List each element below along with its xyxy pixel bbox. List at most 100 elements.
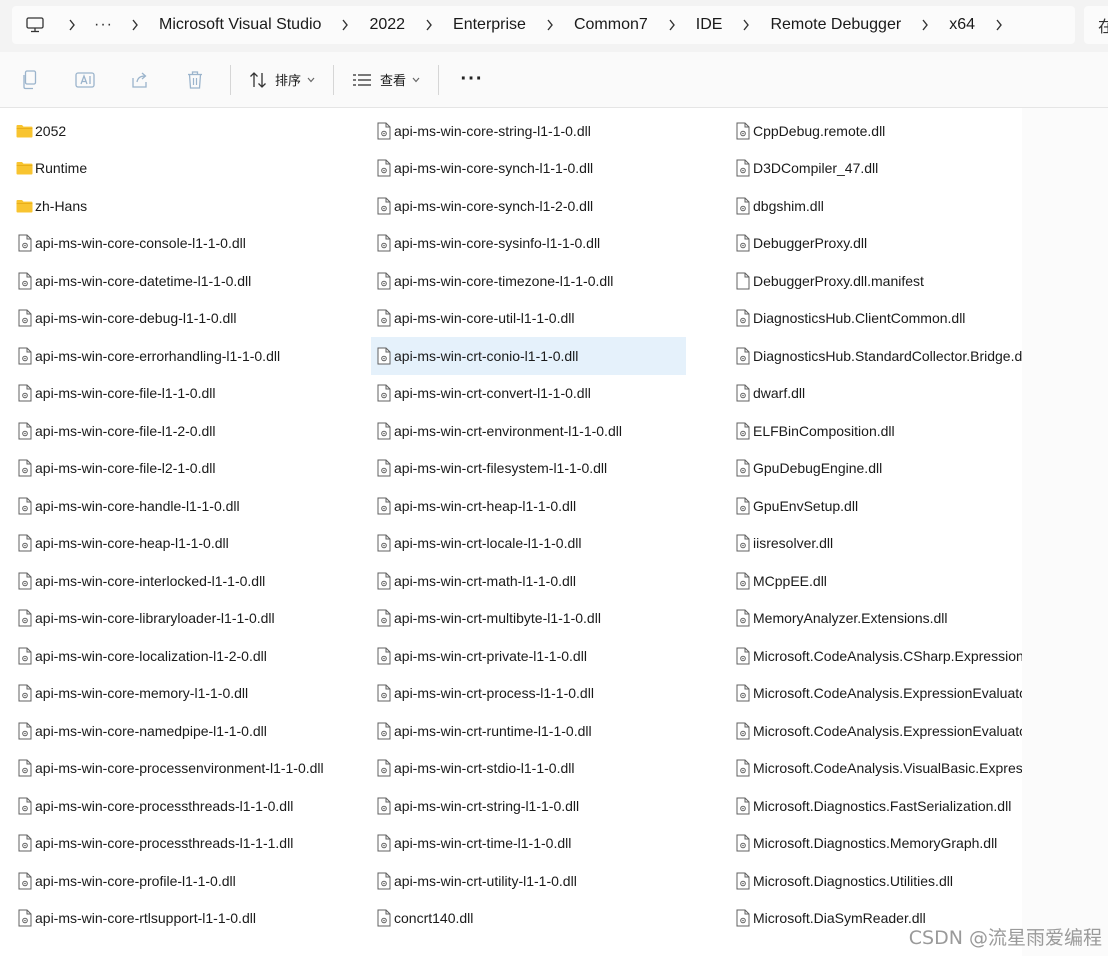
delete-button[interactable] [167,60,222,100]
file-item[interactable]: Microsoft.CodeAnalysis.VisualBasic.Expre… [730,750,1022,788]
file-item[interactable]: api-ms-win-crt-private-l1-1-0.dll [371,637,686,675]
file-item[interactable]: D3DCompiler_47.dll [730,150,1022,188]
search-box-edge[interactable]: 在 [1084,6,1108,44]
address-bar[interactable]: ··· Microsoft Visual Studio 2022 Enterpris… [12,6,1075,44]
copy-button[interactable] [2,60,57,100]
file-item[interactable]: DiagnosticsHub.StandardCollector.Bridge.… [730,337,1022,375]
dll-file-icon [375,458,392,478]
file-item[interactable]: DiagnosticsHub.ClientCommon.dll [730,300,1022,338]
this-pc-icon[interactable] [12,6,58,44]
breadcrumb-overflow[interactable]: ··· [86,16,121,34]
file-item[interactable]: api-ms-win-core-profile-l1-1-0.dll [12,862,362,900]
file-item[interactable]: Microsoft.CodeAnalysis.ExpressionEvaluat… [730,675,1022,713]
file-item[interactable]: api-ms-win-core-file-l1-1-0.dll [12,375,362,413]
file-item[interactable]: api-ms-win-crt-utility-l1-1-0.dll [371,862,686,900]
file-item[interactable]: api-ms-win-crt-conio-l1-1-0.dll [371,337,686,375]
dll-file-icon [734,196,751,216]
file-item[interactable]: api-ms-win-crt-convert-l1-1-0.dll [371,375,686,413]
file-name: MemoryAnalyzer.Extensions.dll [753,610,948,627]
file-item[interactable]: api-ms-win-core-errorhandling-l1-1-0.dll [12,337,362,375]
file-item[interactable]: api-ms-win-crt-heap-l1-1-0.dll [371,487,686,525]
view-button[interactable]: 查看 [342,60,430,100]
file-item[interactable]: api-ms-win-crt-environment-l1-1-0.dll [371,412,686,450]
file-item[interactable]: GpuDebugEngine.dll [730,450,1022,488]
file-item[interactable]: api-ms-win-core-file-l2-1-0.dll [12,450,362,488]
file-item[interactable]: api-ms-win-core-file-l1-2-0.dll [12,412,362,450]
file-item[interactable]: Microsoft.Diagnostics.Utilities.dll [730,862,1022,900]
file-item[interactable]: ELFBinComposition.dll [730,412,1022,450]
file-item[interactable]: api-ms-win-core-debug-l1-1-0.dll [12,300,362,338]
file-item[interactable]: api-ms-win-core-handle-l1-1-0.dll [12,487,362,525]
breadcrumb-item[interactable]: Common7 [564,16,658,34]
file-item[interactable]: CppDebug.remote.dll [730,112,1022,150]
file-item[interactable]: Microsoft.Diagnostics.MemoryGraph.dll [730,825,1022,863]
file-item[interactable]: api-ms-win-core-util-l1-1-0.dll [371,300,686,338]
file-item[interactable]: api-ms-win-core-processenvironment-l1-1-… [12,750,362,788]
file-item[interactable]: Microsoft.Diagnostics.FastSerialization.… [730,787,1022,825]
breadcrumb-item[interactable]: Microsoft Visual Studio [149,16,331,34]
file-item[interactable]: api-ms-win-crt-time-l1-1-0.dll [371,825,686,863]
file-item[interactable]: iisresolver.dll [730,525,1022,563]
chevron-right-icon[interactable] [911,19,939,31]
file-item[interactable]: GpuEnvSetup.dll [730,487,1022,525]
breadcrumb-item[interactable]: IDE [686,16,733,34]
chevron-right-icon[interactable] [536,19,564,31]
file-item[interactable]: api-ms-win-core-timezone-l1-1-0.dll [371,262,686,300]
folder-item[interactable]: zh-Hans [12,187,362,225]
file-item[interactable]: api-ms-win-crt-math-l1-1-0.dll [371,562,686,600]
file-item[interactable]: api-ms-win-core-processthreads-l1-1-0.dl… [12,787,362,825]
folder-item[interactable]: 2052 [12,112,362,150]
file-item[interactable]: api-ms-win-core-synch-l1-2-0.dll [371,187,686,225]
file-item[interactable]: api-ms-win-crt-filesystem-l1-1-0.dll [371,450,686,488]
file-item[interactable]: api-ms-win-core-interlocked-l1-1-0.dll [12,562,362,600]
file-item[interactable]: MCppEE.dll [730,562,1022,600]
folder-item[interactable]: Runtime [12,150,362,188]
file-name: api-ms-win-crt-heap-l1-1-0.dll [394,497,577,514]
breadcrumb-item[interactable]: x64 [939,16,985,34]
file-item[interactable]: dbgshim.dll [730,187,1022,225]
file-item[interactable]: api-ms-win-core-memory-l1-1-0.dll [12,675,362,713]
file-item[interactable]: MemoryAnalyzer.Extensions.dll [730,600,1022,638]
rename-button[interactable] [57,60,112,100]
file-item[interactable]: api-ms-win-core-namedpipe-l1-1-0.dll [12,712,362,750]
file-item[interactable]: DebuggerProxy.dll.manifest [730,262,1022,300]
file-item[interactable]: api-ms-win-core-console-l1-1-0.dll [12,225,362,263]
chevron-right-icon[interactable] [415,19,443,31]
file-item[interactable]: api-ms-win-core-libraryloader-l1-1-0.dll [12,600,362,638]
file-name: api-ms-win-crt-environment-l1-1-0.dll [394,422,622,439]
file-item[interactable]: Microsoft.CodeAnalysis.CSharp.Expression… [730,637,1022,675]
breadcrumb-item[interactable]: Remote Debugger [760,16,911,34]
file-item[interactable]: api-ms-win-crt-stdio-l1-1-0.dll [371,750,686,788]
share-button[interactable] [112,60,167,100]
chevron-right-icon[interactable] [121,19,149,31]
file-item[interactable]: api-ms-win-core-synch-l1-1-0.dll [371,150,686,188]
breadcrumb-item[interactable]: 2022 [359,16,415,34]
file-name: api-ms-win-core-rtlsupport-l1-1-0.dll [35,910,256,927]
file-item[interactable]: api-ms-win-crt-multibyte-l1-1-0.dll [371,600,686,638]
file-item[interactable]: api-ms-win-core-heap-l1-1-0.dll [12,525,362,563]
chevron-right-icon[interactable] [732,19,760,31]
file-item[interactable]: Microsoft.CodeAnalysis.ExpressionEvaluat… [730,712,1022,750]
file-item[interactable]: api-ms-win-crt-process-l1-1-0.dll [371,675,686,713]
file-item[interactable]: api-ms-win-crt-runtime-l1-1-0.dll [371,712,686,750]
file-item[interactable]: api-ms-win-crt-string-l1-1-0.dll [371,787,686,825]
see-more-button[interactable]: ··· [447,60,497,100]
file-item[interactable]: DebuggerProxy.dll [730,225,1022,263]
file-item[interactable]: api-ms-win-core-processthreads-l1-1-1.dl… [12,825,362,863]
dll-file-icon [734,871,751,891]
chevron-right-icon[interactable] [658,19,686,31]
file-item[interactable]: concrt140.dll [371,900,686,938]
file-name: Microsoft.Diagnostics.MemoryGraph.dll [753,835,998,852]
sort-button[interactable]: 排序 [239,60,325,100]
file-item[interactable]: api-ms-win-core-datetime-l1-1-0.dll [12,262,362,300]
chevron-right-icon[interactable] [58,19,86,31]
chevron-right-icon[interactable] [985,19,1013,31]
file-item[interactable]: api-ms-win-core-localization-l1-2-0.dll [12,637,362,675]
file-item[interactable]: api-ms-win-crt-locale-l1-1-0.dll [371,525,686,563]
file-item[interactable]: api-ms-win-core-string-l1-1-0.dll [371,112,686,150]
file-item[interactable]: api-ms-win-core-rtlsupport-l1-1-0.dll [12,900,362,938]
breadcrumb-item[interactable]: Enterprise [443,16,536,34]
file-item[interactable]: api-ms-win-core-sysinfo-l1-1-0.dll [371,225,686,263]
chevron-right-icon[interactable] [331,19,359,31]
file-item[interactable]: dwarf.dll [730,375,1022,413]
